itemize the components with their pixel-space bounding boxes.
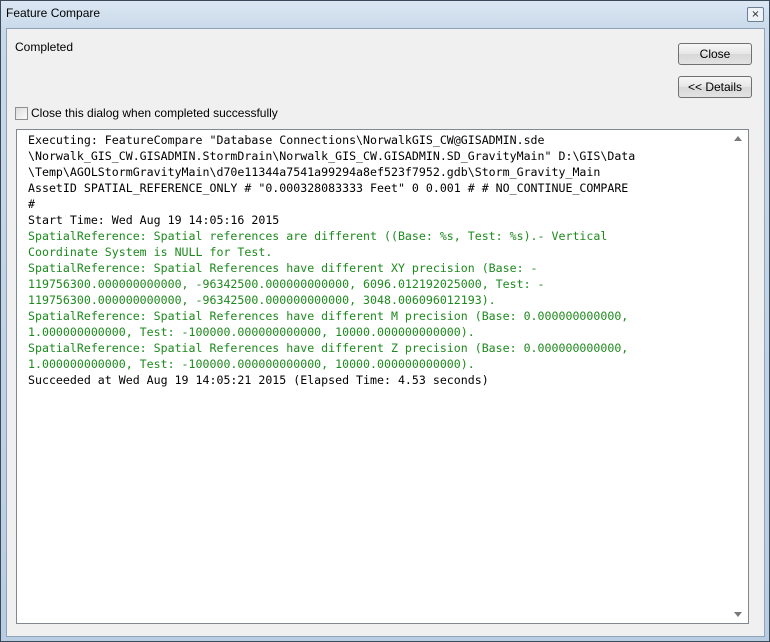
log-line: Coordinate System is NULL for Test. xyxy=(28,245,273,259)
close-when-complete-checkbox[interactable] xyxy=(15,107,28,120)
messages-log[interactable]: Executing: FeatureCompare "Database Conn… xyxy=(16,129,749,624)
details-toggle-button[interactable]: << Details xyxy=(678,76,752,98)
log-line: 119756300.000000000000, -96342500.000000… xyxy=(28,277,545,291)
messages-log-text: Executing: FeatureCompare "Database Conn… xyxy=(28,132,728,388)
log-line: \Temp\AGOLStormGravityMain\d70e11344a754… xyxy=(28,165,601,179)
log-line: Executing: FeatureCompare "Database Conn… xyxy=(28,133,545,147)
log-line: SpatialReference: Spatial References hav… xyxy=(28,309,629,323)
title-bar[interactable]: Feature Compare × xyxy=(1,1,769,27)
log-scrollbar[interactable] xyxy=(731,130,748,623)
log-line: Start Time: Wed Aug 19 14:05:16 2015 xyxy=(28,213,280,227)
log-line: # xyxy=(28,197,35,211)
log-line: \Norwalk_GIS_CW.GISADMIN.StormDrain\Norw… xyxy=(28,149,636,163)
log-line: 119756300.000000000000, -96342500.000000… xyxy=(28,293,496,307)
window-title: Feature Compare xyxy=(6,6,101,20)
close-button[interactable]: Close xyxy=(678,43,752,65)
scroll-up-arrow-icon[interactable] xyxy=(734,136,742,141)
log-line: SpatialReference: Spatial References hav… xyxy=(28,341,629,355)
dialog-body: Completed Close << Details Close this di… xyxy=(6,28,765,637)
log-line: 1.000000000000, Test: -100000.0000000000… xyxy=(28,357,475,371)
log-line: Succeeded at Wed Aug 19 14:05:21 2015 (E… xyxy=(28,373,489,387)
scroll-down-arrow-icon[interactable] xyxy=(734,612,742,617)
log-line: SpatialReference: Spatial References hav… xyxy=(28,261,538,275)
window-close-icon[interactable]: × xyxy=(747,7,764,22)
close-when-complete-label: Close this dialog when completed success… xyxy=(31,106,278,120)
log-line: AssetID SPATIAL_REFERENCE_ONLY # "0.0003… xyxy=(28,181,629,195)
log-line: SpatialReference: Spatial references are… xyxy=(28,229,608,243)
log-line: 1.000000000000, Test: -100000.0000000000… xyxy=(28,325,475,339)
status-text: Completed xyxy=(15,40,74,54)
dialog-window: Feature Compare × Completed Close << Det… xyxy=(0,0,770,642)
